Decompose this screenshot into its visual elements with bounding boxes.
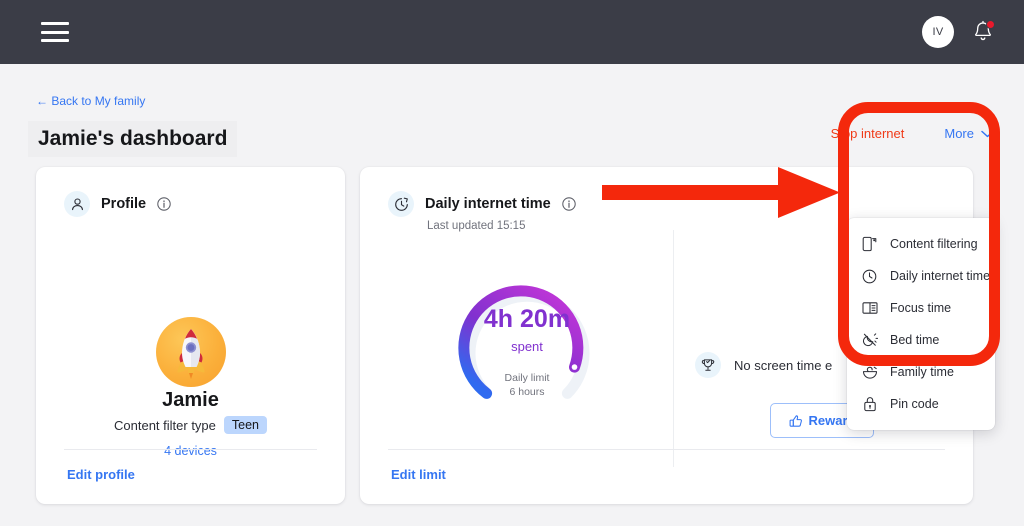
- profile-card-header: Profile: [36, 167, 345, 217]
- top-navigation-bar: IV: [0, 0, 1024, 64]
- thumbs-up-icon: [789, 414, 803, 428]
- hamburger-line: [41, 22, 69, 25]
- bowl-glyph: [862, 365, 878, 379]
- lock-icon: [861, 396, 878, 413]
- hamburger-menu-icon[interactable]: [41, 22, 69, 42]
- profile-card-divider: [64, 449, 317, 450]
- daily-card-divider: [388, 449, 945, 450]
- topbar-right-group: IV: [922, 16, 994, 48]
- clock-icon: [861, 268, 878, 285]
- menu-item-label: Daily internet time: [890, 269, 990, 283]
- menu-item-label: Content filtering: [890, 237, 978, 251]
- info-icon[interactable]: [562, 197, 576, 211]
- clock-glyph: [394, 197, 409, 212]
- page-title: Jamie's dashboard: [28, 121, 237, 157]
- person-glyph: [70, 197, 85, 212]
- person-icon: [64, 191, 90, 217]
- hamburger-line: [41, 39, 69, 42]
- edit-profile-link[interactable]: Edit profile: [67, 467, 135, 482]
- menu-item-focus-time[interactable]: Focus time: [847, 292, 995, 324]
- profile-card: Profile: [36, 167, 345, 504]
- menu-item-content-filtering[interactable]: Content filtering: [847, 228, 995, 260]
- menu-item-label: Family time: [890, 365, 954, 379]
- card-vertical-divider: [673, 230, 674, 467]
- devices-link[interactable]: 4 devices: [36, 444, 345, 458]
- profile-card-title: Profile: [101, 196, 146, 212]
- clock-glyph: [862, 269, 877, 284]
- clock-icon: [388, 191, 414, 217]
- menu-item-label: Pin code: [890, 397, 939, 411]
- menu-item-pin-code[interactable]: Pin code: [847, 388, 995, 420]
- menu-item-daily-internet-time[interactable]: Daily internet time: [847, 260, 995, 292]
- content-filter-value-chip[interactable]: Teen: [224, 416, 267, 434]
- device-glyph: [862, 236, 877, 252]
- content-filter-row: Content filter type Teen: [36, 416, 345, 434]
- notification-badge-dot: [986, 20, 995, 29]
- notifications-bell-icon[interactable]: [972, 20, 994, 44]
- more-dropdown-menu: Content filtering Daily internet time: [847, 218, 995, 430]
- lock-glyph: [863, 396, 877, 412]
- edit-limit-link[interactable]: Edit limit: [391, 467, 446, 482]
- book-glyph: [862, 301, 878, 315]
- content-filter-label: Content filter type: [114, 418, 216, 433]
- screen-time-status: No screen time e: [695, 352, 832, 378]
- moon-slash-icon: [861, 332, 878, 349]
- bowl-icon: [861, 364, 878, 381]
- reward-area: No screen time e Reward: [695, 352, 832, 378]
- stop-internet-button[interactable]: Stop internet: [831, 126, 905, 141]
- hamburger-line: [41, 31, 69, 34]
- gauge-endpoint-dot: [572, 364, 578, 370]
- trophy-icon: [695, 352, 721, 378]
- info-icon[interactable]: [157, 197, 171, 211]
- page-actions: Stop internet More: [831, 126, 994, 141]
- gauge-svg: [452, 278, 602, 428]
- more-label: More: [944, 126, 974, 141]
- menu-item-family-time[interactable]: Family time: [847, 356, 995, 388]
- app-root: IV ← Back to My family Jamie's dashboard…: [0, 0, 1024, 526]
- daily-time-gauge: [452, 278, 602, 428]
- back-to-my-family-link[interactable]: ← Back to My family: [36, 94, 145, 108]
- menu-item-label: Focus time: [890, 301, 951, 315]
- moon-slash-glyph: [862, 332, 878, 348]
- avatar-rocket: [156, 317, 226, 387]
- menu-item-bed-time[interactable]: Bed time: [847, 324, 995, 356]
- book-icon: [861, 300, 878, 317]
- user-avatar[interactable]: IV: [922, 16, 954, 48]
- chevron-down-icon: [981, 130, 994, 138]
- page-content: ← Back to My family Jamie's dashboard St…: [0, 64, 1024, 526]
- screen-time-status-text: No screen time e: [734, 358, 832, 373]
- daily-card-title: Daily internet time: [425, 196, 551, 212]
- profile-name: Jamie: [36, 389, 345, 412]
- trophy-glyph: [701, 358, 715, 372]
- daily-card-header: Daily internet time: [360, 167, 973, 217]
- rocket-glyph: [156, 317, 226, 387]
- menu-item-label: Bed time: [890, 333, 939, 347]
- more-menu-button[interactable]: More: [944, 126, 994, 141]
- device-icon: [861, 236, 878, 253]
